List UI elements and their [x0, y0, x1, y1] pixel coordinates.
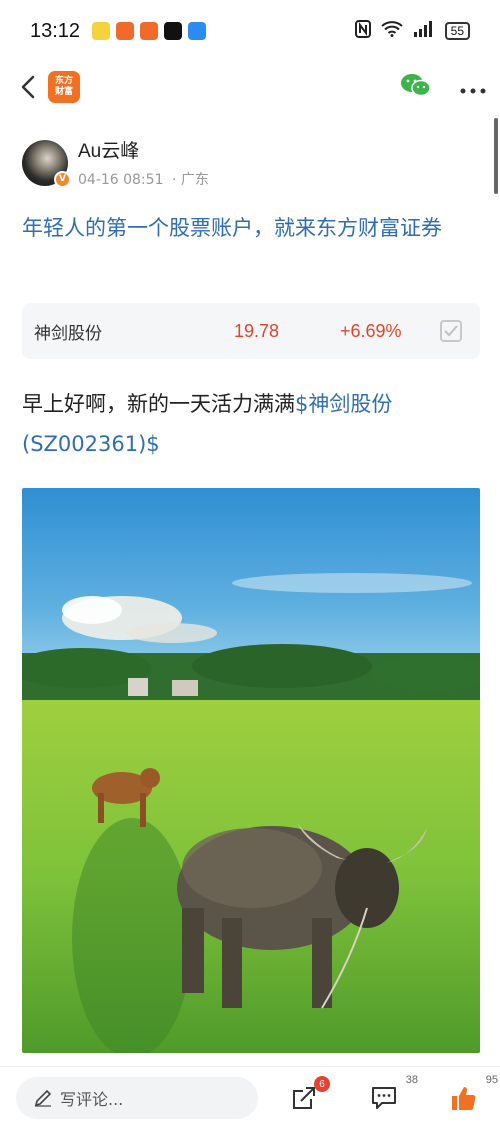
verified-badge: V [54, 170, 71, 188]
more-options-button[interactable] [460, 75, 486, 100]
more-dots-icon [460, 88, 486, 93]
comment-placeholder: 写评论... [60, 1090, 124, 1109]
like-button[interactable]: 95 [444, 1074, 498, 1118]
app-notif-icon [116, 22, 135, 40]
share-icon [293, 1087, 315, 1109]
add-watchlist-button[interactable] [440, 320, 462, 342]
stock-card[interactable]: 神剑股份 19.78 +6.69% [22, 303, 480, 359]
post-image[interactable] [22, 488, 480, 1053]
nav-bar: 东方 财富 [0, 62, 500, 112]
scrollbar[interactable] [494, 118, 498, 194]
app-notif-icon [188, 22, 207, 40]
stock-price: 19.78 [234, 320, 280, 341]
promo-link[interactable]: 年轻人的第一个股票账户，就来东方财富证券 [22, 210, 484, 246]
stock-change: +6.69% [340, 320, 402, 341]
bottom-action-bar: 写评论... 6 38 95 [0, 1066, 500, 1129]
comments-button[interactable]: 38 [364, 1074, 418, 1118]
thumbs-up-icon [452, 1087, 476, 1110]
status-bar: 13:12 55 [0, 0, 500, 62]
post-location: · 广东 [171, 172, 209, 188]
nfc-icon [354, 20, 371, 42]
post-meta: 04-16 08:51 · 广东 [78, 169, 209, 189]
eastmoney-logo: 东方 财富 [48, 71, 80, 103]
capcut-icon [164, 22, 183, 40]
share-badge: 6 [314, 1076, 330, 1092]
avatar[interactable]: V [22, 139, 71, 188]
app-notif-icon [92, 22, 111, 40]
back-button[interactable] [14, 67, 42, 107]
wifi-icon [380, 21, 403, 41]
pen-icon [34, 1089, 52, 1107]
battery-indicator: 55 [444, 22, 470, 40]
post-body: 早上好啊，新的一天活力满满$神剑股份(SZ002361)$ [22, 384, 484, 464]
stock-name: 神剑股份 [34, 323, 102, 344]
post-text: 早上好啊，新的一天活力满满 [22, 392, 295, 416]
status-time: 13:12 [30, 19, 81, 42]
logo-text-line1: 东方 [54, 76, 73, 86]
author-name[interactable]: Au云峰 [78, 136, 209, 163]
share-button[interactable]: 6 [284, 1076, 330, 1118]
author-header: V Au云峰 04-16 08:51 · 广东 [22, 136, 209, 189]
like-count: 95 [485, 1074, 498, 1086]
app-notif-icon [140, 22, 159, 40]
notification-icons [92, 22, 207, 40]
back-arrow-icon [21, 75, 35, 99]
wechat-share-button[interactable] [400, 72, 432, 102]
logo-text-line2: 财富 [54, 87, 73, 97]
comment-input[interactable]: 写评论... [16, 1077, 258, 1119]
wechat-icon [401, 74, 431, 97]
comment-count: 38 [405, 1074, 418, 1086]
post-time: 04-16 08:51 [78, 172, 164, 188]
comment-icon [372, 1087, 396, 1109]
signal-icon [413, 21, 435, 41]
buffalo-field-photo [22, 488, 480, 1053]
checkmark-icon [444, 325, 458, 337]
